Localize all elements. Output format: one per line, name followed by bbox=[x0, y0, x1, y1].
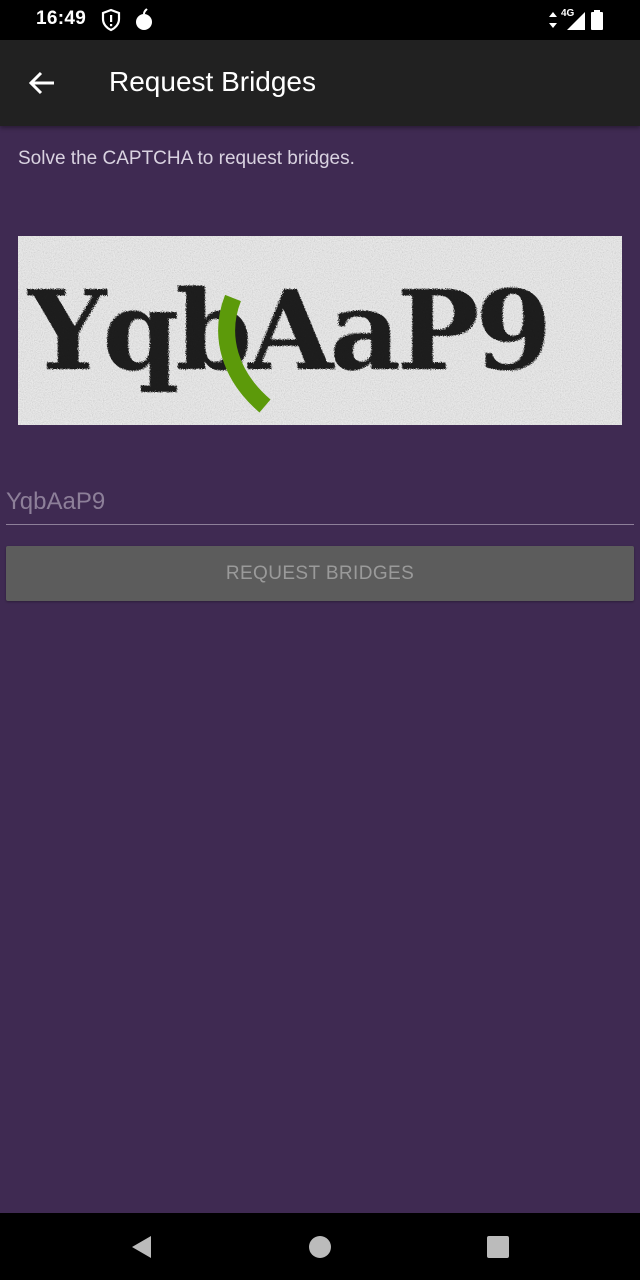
data-arrows-icon bbox=[549, 12, 557, 28]
status-bar: 16:49 4G bbox=[0, 0, 640, 40]
battery-icon bbox=[591, 10, 603, 30]
home-circle-icon[interactable] bbox=[307, 1234, 333, 1260]
app-bar: Request Bridges bbox=[0, 40, 640, 126]
captcha-distorted-text: YqbAaP9 bbox=[27, 266, 548, 395]
status-time: 16:49 bbox=[36, 8, 87, 29]
signal-icon bbox=[567, 12, 585, 30]
page-title: Request Bridges bbox=[109, 66, 317, 97]
arrow-back-icon[interactable] bbox=[22, 63, 62, 103]
instructions-text: Solve the CAPTCHA to request bridges. bbox=[18, 148, 355, 169]
back-triangle-icon[interactable] bbox=[129, 1234, 155, 1260]
request-bridges-button[interactable]: REQUEST BRIDGES bbox=[6, 546, 634, 601]
recents-square-icon[interactable] bbox=[485, 1234, 511, 1260]
system-nav-bar bbox=[0, 1213, 640, 1280]
captcha-answer-input[interactable] bbox=[6, 480, 634, 525]
tor-onion-icon bbox=[136, 8, 152, 30]
captcha-image: YqbAaP9 bbox=[18, 236, 622, 425]
shield-alert-icon bbox=[101, 8, 121, 32]
